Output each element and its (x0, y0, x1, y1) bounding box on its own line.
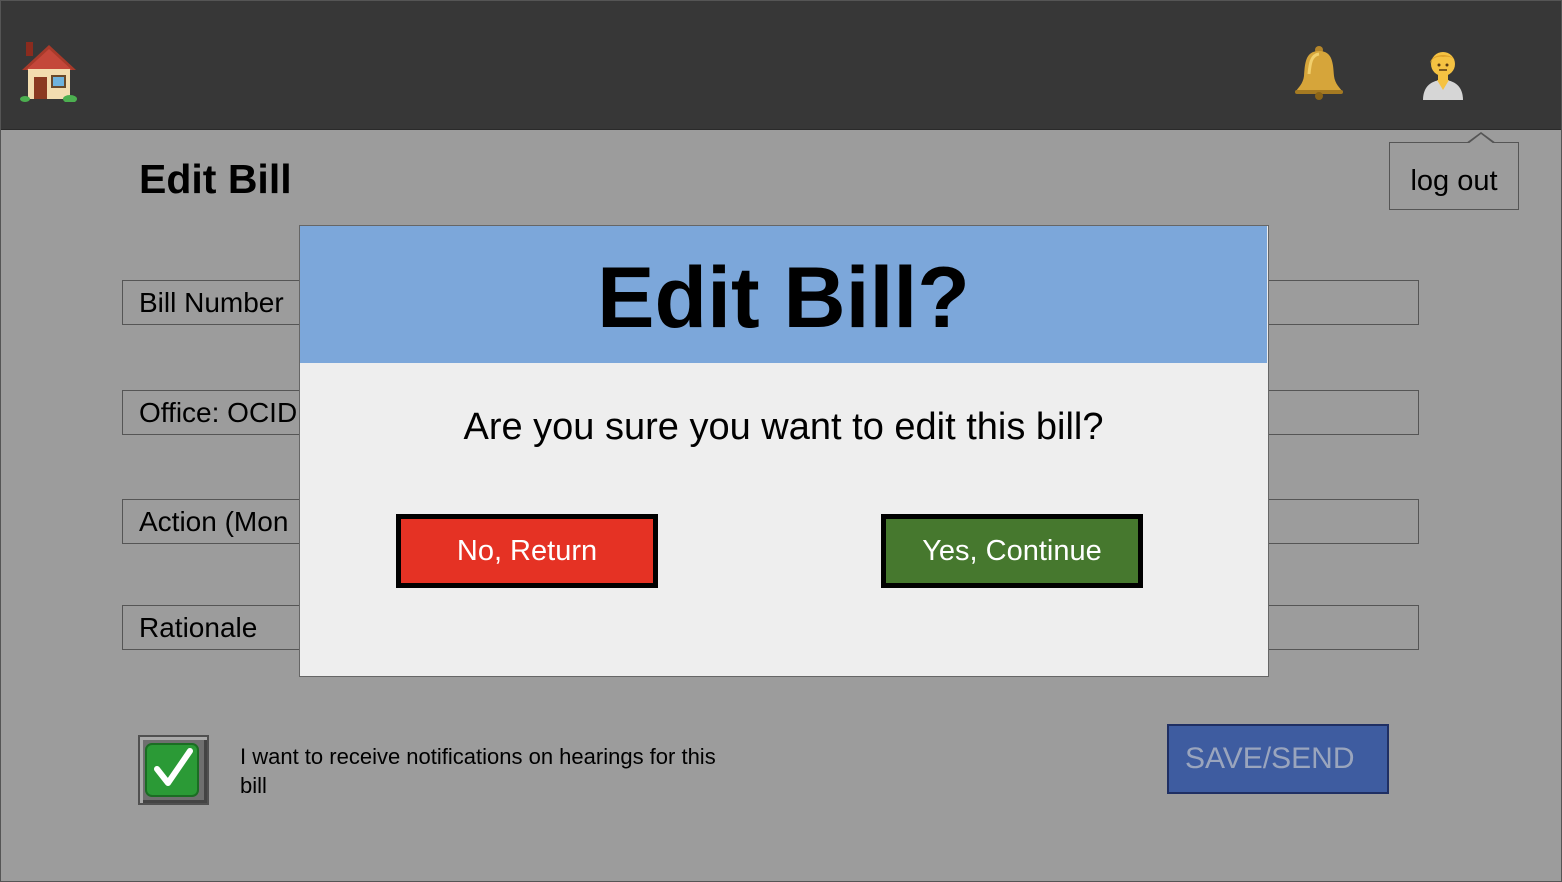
house-icon[interactable] (20, 42, 78, 102)
edit-bill-confirm-dialog: Edit Bill? Are you sure you want to edit… (299, 225, 1269, 677)
save-send-button[interactable]: SAVE/SEND (1167, 724, 1389, 794)
page-title: Edit Bill (139, 156, 292, 202)
dialog-title: Edit Bill? (597, 250, 970, 346)
no-return-button[interactable]: No, Return (396, 514, 658, 588)
yes-continue-button[interactable]: Yes, Continue (881, 514, 1143, 588)
dialog-header: Edit Bill? (300, 226, 1267, 363)
notifications-checkbox[interactable] (138, 735, 209, 805)
bell-icon[interactable] (1293, 46, 1345, 100)
check-mark-icon (154, 748, 193, 786)
person-icon[interactable] (1420, 48, 1466, 100)
checkbox-fill (145, 743, 199, 797)
notifications-label: I want to receive notifications on heari… (240, 744, 716, 798)
logout-button[interactable]: log out (1389, 132, 1519, 210)
dialog-question: Are you sure you want to edit this bill? (463, 406, 1104, 448)
